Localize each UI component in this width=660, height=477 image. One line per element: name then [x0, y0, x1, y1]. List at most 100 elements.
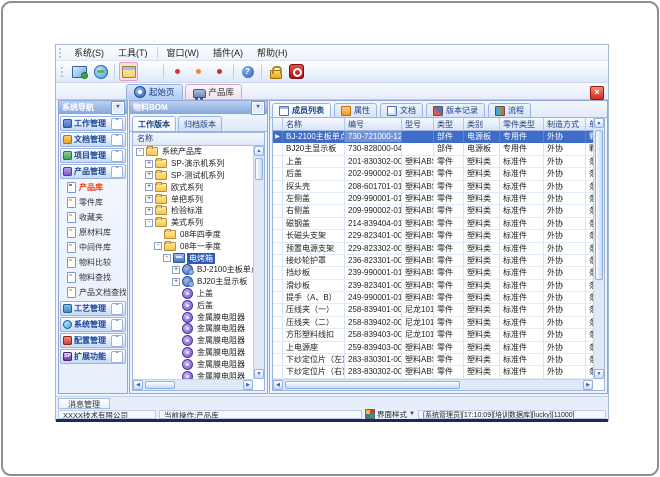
tree-vscroll-thumb[interactable] [255, 158, 263, 180]
tree-node[interactable]: +检验标准 [133, 205, 253, 217]
sidebar-group-工作管理[interactable]: 工作管理ˇ [60, 116, 126, 131]
sidebar-group-产品管理[interactable]: 产品管理ˆ [60, 164, 126, 179]
tab-流程[interactable]: 流程 [488, 103, 531, 117]
pin-icon[interactable]: ▾ [252, 102, 264, 114]
tab-版本记录[interactable]: 版本记录 [426, 103, 485, 117]
tree-node[interactable]: 金属膜电阻器 [133, 347, 253, 359]
scroll-left-icon[interactable]: ◀ [273, 380, 283, 390]
sidebar-item-中间件库[interactable]: 中间件库 [60, 240, 126, 255]
interface-style-dropdown[interactable]: 界面样式 ▼ [365, 409, 415, 420]
pin-icon[interactable]: ▾ [112, 102, 124, 114]
table-row[interactable]: 提手（A、B）249-990001-01X塑料ABS零件塑料类标准件外协条 [273, 292, 593, 304]
tree-node[interactable]: 上盖 [133, 288, 253, 300]
table-row[interactable]: 长磁头支架229-823401-00X塑料ABS零件塑料类标准件外协条 [273, 230, 593, 242]
tree-hscroll-thumb[interactable] [145, 381, 175, 389]
table-row[interactable]: 挡纱板239-990001-01X塑料ABS零件塑料类标准件外协条 [273, 267, 593, 279]
tab-产品库[interactable]: 产品库 [185, 84, 243, 99]
lock-button[interactable] [266, 62, 285, 81]
scroll-right-icon[interactable]: ▶ [583, 380, 593, 390]
message-management-tab[interactable]: 消息管理 [58, 398, 110, 409]
expand-icon[interactable]: + [145, 195, 153, 203]
expand-icon[interactable]: + [145, 207, 153, 215]
sidebar-item-产品库[interactable]: 产品库 [60, 180, 126, 195]
grid-vscroll-thumb[interactable] [595, 130, 603, 280]
column-header-型号[interactable]: 型号 [402, 118, 434, 131]
sidebar-item-物料查找[interactable]: 物料查找 [60, 270, 126, 285]
tree-node[interactable]: 金属膜电阻器 [133, 311, 253, 323]
table-row[interactable]: 接纱轮护罩236-823301-00X塑料ABS零件塑料类标准件外协条 [273, 255, 593, 267]
scroll-up-icon[interactable]: ▲ [594, 118, 604, 128]
table-row[interactable]: BJ20主显示板730-828000-04X部件电源板专用件外协颗 [273, 143, 593, 155]
tab-成员列表[interactable]: 成员列表 [272, 103, 331, 117]
menu-item-3[interactable]: 窗口(W) [160, 46, 207, 60]
collapse-icon[interactable]: - [154, 242, 162, 250]
chevron-down-icon[interactable]: ˇ [111, 335, 123, 347]
window-cfg-button[interactable] [210, 62, 229, 81]
sidebar-group-系统管理[interactable]: 系统管理ˇ [60, 317, 126, 332]
tree-node[interactable]: 金属膜电阻器 [133, 323, 253, 335]
menu-item-1[interactable]: 系统(S) [67, 46, 111, 60]
table-row[interactable]: 右侧盖209-990002-01X塑料ABS零件塑料类标准件外协条 [273, 205, 593, 217]
collapse-icon[interactable]: - [136, 148, 144, 156]
table-row[interactable]: 上盖201-830302-00X塑料ABS零件塑料类标准件外协条 [273, 156, 593, 168]
table-row[interactable]: ▶BJ-2100主板单点730-721000-12X部件电源板专用件外协颗 [273, 131, 593, 143]
table-row[interactable]: 压线夹（二）258-839402-00X尼龙1010零件塑料类标准件外协条 [273, 317, 593, 329]
sidebar-group-工艺管理[interactable]: 工艺管理ˇ [60, 301, 126, 316]
column-header-名称[interactable]: 名称 [283, 118, 345, 131]
tree-node[interactable]: -系统产品库 [133, 146, 253, 158]
column-header-零件类型[interactable]: 零件类型 [500, 118, 544, 131]
table-row[interactable]: 预置电源支架229-823302-00X塑料ABS零件塑料类标准件外协条 [273, 243, 593, 255]
tree-horizontal-scrollbar[interactable]: ◀ ▶ [133, 379, 253, 390]
grid-vertical-scrollbar[interactable]: ▲ ▼ [593, 118, 604, 379]
column-header-类别[interactable]: 类别 [464, 118, 500, 131]
window-add-button[interactable] [189, 62, 208, 81]
expand-icon[interactable]: + [145, 171, 153, 179]
tree-node[interactable]: -08年一季度 [133, 240, 253, 252]
sidebar-group-配置管理[interactable]: 配置管理ˇ [60, 333, 126, 348]
tree-node[interactable]: +BJ20主显示板 [133, 276, 253, 288]
sidebar-item-产品文档查找[interactable]: 产品文档查找 [60, 285, 126, 300]
expand-icon[interactable]: + [172, 266, 180, 274]
column-header-编号[interactable]: 编号 [345, 118, 402, 131]
table-row[interactable]: 下纱定位片（左）283-830301-00X塑料ABS零件塑料类标准件外协条 [273, 354, 593, 366]
chevron-down-icon[interactable]: ˇ [111, 303, 123, 315]
tree-node[interactable]: 金属膜电阻器 [133, 370, 253, 379]
chevron-down-icon[interactable]: ˇ [111, 319, 123, 331]
tree-node[interactable]: 后盖 [133, 299, 253, 311]
tree-vertical-scrollbar[interactable]: ▲ ▼ [253, 146, 264, 379]
power-button[interactable] [287, 62, 306, 81]
window-del-button[interactable] [168, 62, 187, 81]
menu-item-2[interactable]: 工具(T) [111, 46, 155, 60]
sidebar-item-收藏夹[interactable]: 收藏夹 [60, 210, 126, 225]
expand-icon[interactable]: + [145, 160, 153, 168]
table-row[interactable]: 磁钢盖214-839404-01X塑料ABS零件塑料类标准件外协条 [273, 218, 593, 230]
scroll-right-icon[interactable]: ▶ [243, 380, 253, 390]
tree-node[interactable]: -美式系列 [133, 217, 253, 229]
tab-文档[interactable]: 文档 [380, 103, 423, 117]
menu-item-5[interactable]: 帮助(H) [250, 46, 295, 60]
sidebar-group-扩展功能[interactable]: SP扩展功能ˇ [60, 349, 126, 364]
window-columns-button[interactable] [140, 62, 159, 81]
table-row[interactable]: 滑纱板239-823401-00X塑料ABS零件塑料类标准件外协条 [273, 280, 593, 292]
tree-node[interactable]: +SP-演示机系列 [133, 158, 253, 170]
column-header-类型[interactable]: 类型 [434, 118, 464, 131]
grid-horizontal-scrollbar[interactable]: ◀ ▶ [273, 379, 593, 390]
tree-node[interactable]: 金属膜电阻器 [133, 358, 253, 370]
sidebar-item-零件库[interactable]: 零件库 [60, 195, 126, 210]
expand-icon[interactable]: + [172, 278, 180, 286]
tab-起始页[interactable]: 起始页 [126, 84, 183, 99]
scroll-up-icon[interactable]: ▲ [254, 146, 264, 156]
expand-icon[interactable]: + [145, 183, 153, 191]
sidebar-item-物料比较[interactable]: 物料比较 [60, 255, 126, 270]
tree-node[interactable]: 08年四季度 [133, 229, 253, 241]
sidebar-item-原材料库[interactable]: 原材料库 [60, 225, 126, 240]
help-button[interactable]: ? [238, 62, 257, 81]
table-row[interactable]: 探头壳208-601701-01X塑料ABS零件塑料类标准件外协条 [273, 181, 593, 193]
scroll-down-icon[interactable]: ▼ [594, 369, 604, 379]
table-row[interactable]: 方形塑料线扣258-839403-00X尼龙1010零件塑料类标准件外协条 [273, 329, 593, 341]
tree-node[interactable]: +BJ-2100主板单点 [133, 264, 253, 276]
table-row[interactable]: 下纱定位片（右）283-830302-00X塑料ABS零件塑料类标准件外协条 [273, 366, 593, 378]
table-row[interactable]: 后盖202-990002-01X塑料ABS零件塑料类标准件外协条 [273, 168, 593, 180]
tree-node[interactable]: +单把系列 [133, 193, 253, 205]
tree-node[interactable]: -电烤箱 [133, 252, 253, 264]
